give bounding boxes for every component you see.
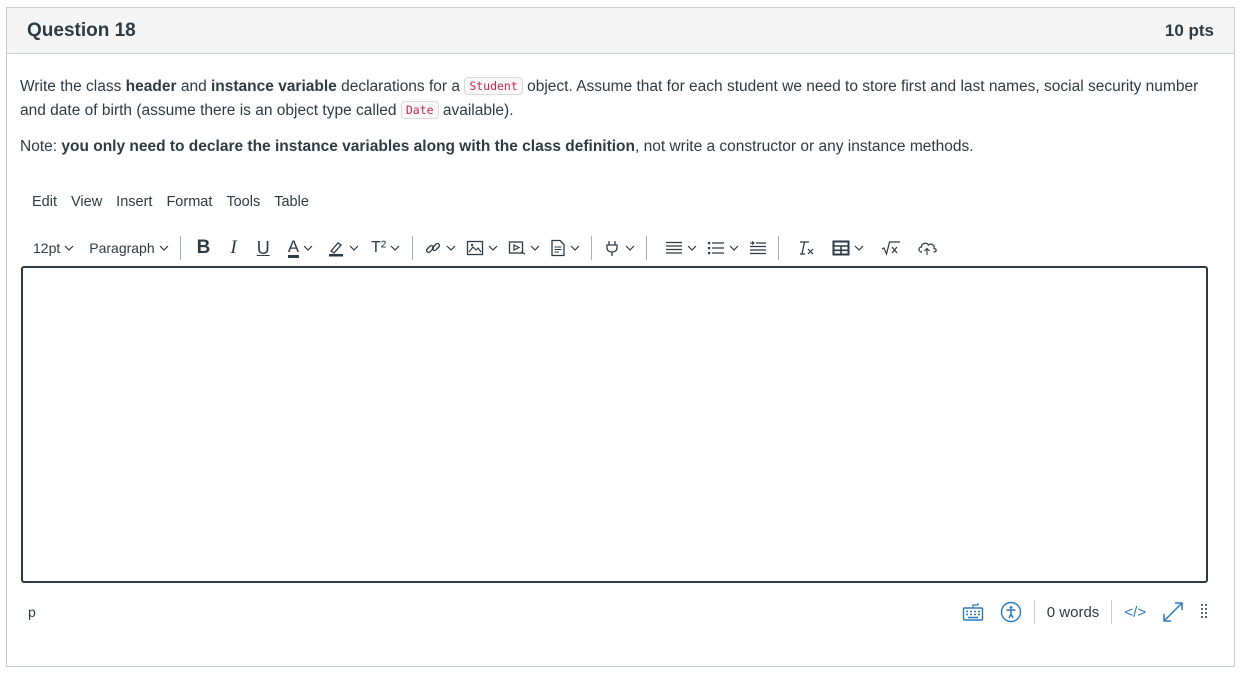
word-count[interactable]: 0 words <box>1039 604 1108 621</box>
indent-icon <box>750 241 767 255</box>
menu-insert[interactable]: Insert <box>110 192 160 212</box>
text-span: declarations for a <box>336 78 465 95</box>
question-title: Question 18 <box>27 19 136 41</box>
fullscreen-icon <box>1163 602 1183 622</box>
text-color-button[interactable]: A <box>280 234 321 262</box>
html-icon: </> <box>1124 603 1146 621</box>
table-icon <box>832 240 850 256</box>
text-span: Note: <box>20 138 62 155</box>
font-size-select[interactable]: 12pt <box>28 234 79 262</box>
underline-button[interactable]: U <box>247 234 280 262</box>
chevron-down-icon <box>854 245 864 251</box>
media-button[interactable] <box>503 234 545 262</box>
media-icon <box>509 241 526 255</box>
keyboard-shortcuts-button[interactable] <box>954 602 992 622</box>
italic-button[interactable]: I <box>220 234 246 262</box>
image-button[interactable] <box>461 234 503 262</box>
question-text: Write the class header and instance vari… <box>20 75 1210 159</box>
html-editor-toggle[interactable]: </> <box>1116 604 1154 621</box>
document-button[interactable] <box>545 234 585 262</box>
text-span: and <box>176 78 211 95</box>
chevron-down-icon <box>570 245 580 251</box>
underline-label: U <box>256 237 270 258</box>
editor-menubar: Edit View Insert Format Tools Table <box>26 192 317 212</box>
list-icon <box>708 242 725 255</box>
align-button[interactable] <box>653 234 702 262</box>
drag-handle-icon <box>1201 604 1207 618</box>
align-icon <box>666 241 683 254</box>
menu-format[interactable]: Format <box>160 192 220 212</box>
statusbar-controls: 0 words </> <box>954 598 1210 626</box>
text-span: Write the class <box>20 78 126 95</box>
chevron-down-icon <box>349 245 359 251</box>
document-icon <box>551 239 565 257</box>
highlight-button[interactable] <box>321 234 365 262</box>
font-size-value: 12pt <box>33 240 61 256</box>
keyboard-icon <box>962 603 983 621</box>
plug-icon <box>606 241 618 256</box>
superscript-label: T² <box>371 239 387 256</box>
block-format-value: Paragraph <box>89 240 155 256</box>
element-path[interactable]: p <box>20 604 36 620</box>
text-span: available). <box>438 102 514 119</box>
question-header: Question 18 10 pts <box>7 8 1234 54</box>
toolbar-divider <box>778 236 780 260</box>
chevron-down-icon <box>687 245 697 251</box>
chevron-down-icon <box>159 245 169 251</box>
table-button[interactable] <box>820 234 869 262</box>
indent-button[interactable] <box>744 234 772 262</box>
chevron-down-icon <box>625 245 635 251</box>
code-student: Student <box>464 77 523 95</box>
chevron-down-icon <box>488 245 498 251</box>
text-span: , not write a constructor or any instanc… <box>635 138 974 155</box>
math-icon <box>881 241 901 256</box>
statusbar-divider <box>1033 600 1035 624</box>
chevron-down-icon <box>530 245 540 251</box>
editor-statusbar: p 0 words </> <box>20 598 1210 626</box>
accessibility-icon <box>1000 601 1021 623</box>
rich-text-editor-area[interactable] <box>21 266 1208 583</box>
chevron-down-icon <box>390 245 400 251</box>
accessibility-checker-button[interactable] <box>992 601 1030 623</box>
clear-format-button[interactable] <box>785 234 820 262</box>
block-format-select[interactable]: Paragraph <box>79 234 173 262</box>
superscript-button[interactable]: T² <box>365 234 406 262</box>
question-points: 10 pts <box>1164 20 1214 40</box>
editor-toolbar: 12pt Paragraph B I U A T² <box>28 234 943 262</box>
statusbar-divider <box>1111 600 1113 624</box>
link-icon <box>426 242 441 254</box>
resize-handle[interactable] <box>1192 603 1210 621</box>
chevron-down-icon <box>729 245 739 251</box>
list-button[interactable] <box>702 234 744 262</box>
menu-tools[interactable]: Tools <box>220 192 268 212</box>
link-button[interactable] <box>419 234 461 262</box>
text-color-label: A <box>287 237 300 258</box>
math-button[interactable] <box>869 234 906 262</box>
plugin-button[interactable] <box>598 234 640 262</box>
menu-table[interactable]: Table <box>268 192 317 212</box>
chevron-down-icon <box>303 245 313 251</box>
bold-text: header <box>125 78 177 95</box>
fullscreen-button[interactable] <box>1154 601 1192 623</box>
clear-format-icon <box>800 241 814 255</box>
image-icon <box>467 240 484 256</box>
menu-view[interactable]: View <box>65 192 110 212</box>
question-paragraph: Write the class header and instance vari… <box>20 75 1210 123</box>
bold-text: you only need to declare the instance va… <box>61 138 635 155</box>
bold-text: instance variable <box>211 78 337 95</box>
chevron-down-icon <box>446 245 456 251</box>
word-count-label: 0 words <box>1046 603 1100 621</box>
code-date: Date <box>400 101 439 119</box>
question-note: Note: you only need to declare the insta… <box>20 135 1210 159</box>
toolbar-divider <box>646 236 648 260</box>
highlighter-icon <box>329 242 344 257</box>
cloud-icon <box>918 242 937 255</box>
bold-button[interactable]: B <box>187 234 221 262</box>
toolbar-divider <box>179 236 181 260</box>
menu-edit[interactable]: Edit <box>26 192 65 212</box>
cloud-button[interactable] <box>906 234 943 262</box>
toolbar-divider <box>591 236 593 260</box>
toolbar-divider <box>412 236 414 260</box>
chevron-down-icon <box>64 245 74 251</box>
